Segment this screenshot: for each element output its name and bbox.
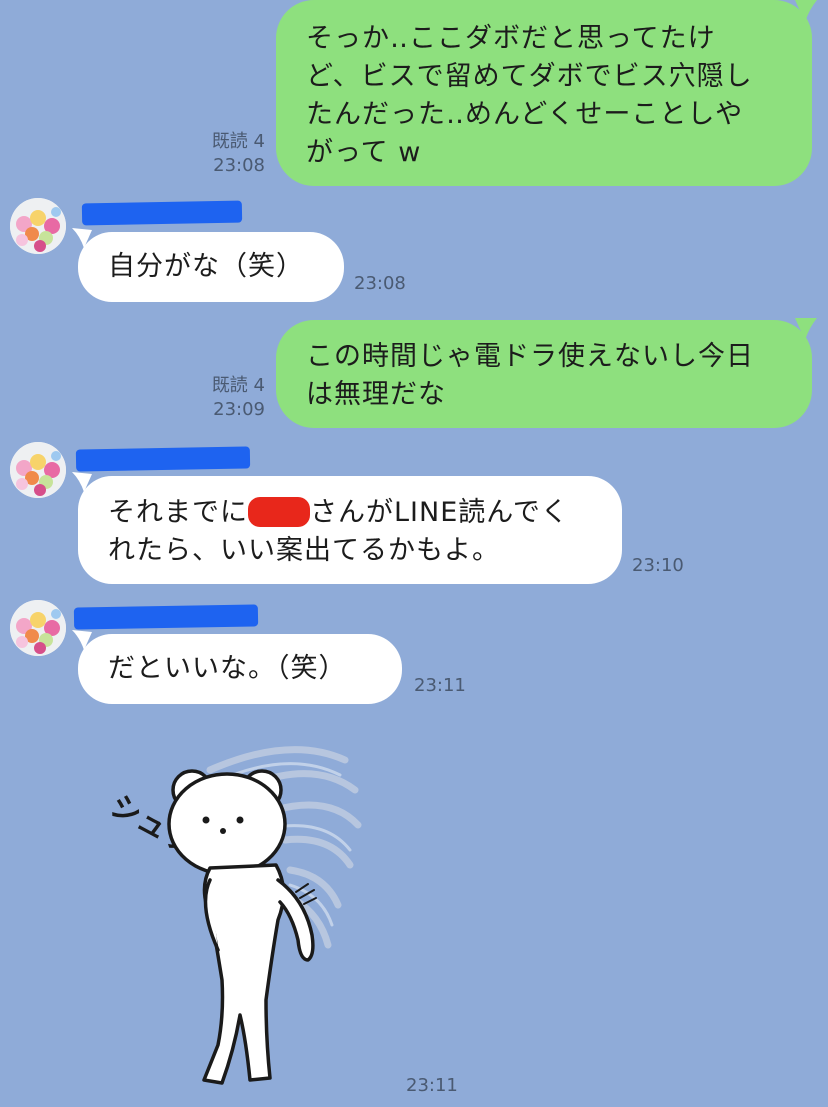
message-bubble-outgoing[interactable]: この時間じゃ電ドラ使えないし今日 は無理だな — [276, 320, 812, 428]
bubble-tail-icon — [72, 228, 92, 248]
message-bubble-incoming[interactable]: 自分がな（笑） — [78, 232, 344, 302]
message-meta: 既読 4 23:08 — [165, 130, 265, 178]
message-text: だといいな。（笑） — [108, 653, 347, 684]
read-receipt: 既読 4 — [211, 375, 265, 396]
message-time: 23:08 — [213, 155, 265, 176]
message-text-line: は無理だな — [306, 379, 446, 410]
message-time: 23:09 — [213, 399, 265, 420]
message-time: 23:10 — [632, 555, 684, 576]
message-time: 23:08 — [354, 273, 406, 294]
sender-name-redacted — [73, 604, 259, 630]
message-bubble-outgoing[interactable]: そっか‥ここダボだと思ってたけ ど、ビスで留めてダボでビス穴隠し たんだった‥め… — [276, 0, 812, 186]
bubble-tail-icon — [72, 630, 92, 650]
message-text-line: れたら、いい案出てるかもよ。 — [108, 535, 500, 566]
sender-name-redacted — [75, 446, 251, 472]
message-text-line: そっか‥ここダボだと思ってたけ — [306, 23, 716, 54]
flower-bouquet-avatar-icon — [10, 600, 66, 656]
message-text-line: ど、ビスで留めてダボでビス穴隠し — [306, 61, 753, 92]
message-text-line: たんだった‥めんどくせーことしや — [306, 99, 744, 130]
message-text-line: この時間じゃ電ドラ使えないし今日 — [306, 341, 754, 372]
message-bubble-incoming[interactable]: それまでに さんがLINE読んでく れたら、いい案出てるかもよ。 — [78, 476, 622, 584]
bubble-tail-icon — [795, 0, 817, 22]
message-bubble-incoming[interactable]: だといいな。（笑） — [78, 634, 402, 704]
white-bear-sticker[interactable]: シュッ — [100, 740, 370, 1100]
message-time: 23:11 — [414, 675, 466, 696]
read-receipt: 既読 4 — [211, 131, 265, 152]
white-bear-sticker-icon: シュッ — [104, 746, 362, 1085]
message-meta: 既読 4 23:09 — [165, 374, 265, 422]
bubble-tail-icon — [72, 472, 92, 492]
mention-redacted — [248, 497, 310, 527]
sender-name-redacted — [81, 200, 243, 226]
bubble-tail-icon — [795, 318, 817, 340]
chat-screen: { "chat": { "messages": [ {"side":"out",… — [0, 0, 828, 1107]
message-text-line: それまでに さんがLINE読んでく — [108, 494, 622, 532]
message-time: 23:11 — [406, 1075, 458, 1096]
message-text-line: がって w — [306, 137, 422, 168]
avatar[interactable] — [10, 198, 66, 254]
message-text: 自分がな（笑） — [108, 251, 304, 282]
message-text: さんがLINE読んでく — [310, 497, 569, 528]
message-text: それまでに — [108, 497, 248, 528]
flower-bouquet-avatar-icon — [10, 442, 66, 498]
avatar[interactable] — [10, 600, 66, 656]
flower-bouquet-avatar-icon — [10, 198, 66, 254]
avatar[interactable] — [10, 442, 66, 498]
